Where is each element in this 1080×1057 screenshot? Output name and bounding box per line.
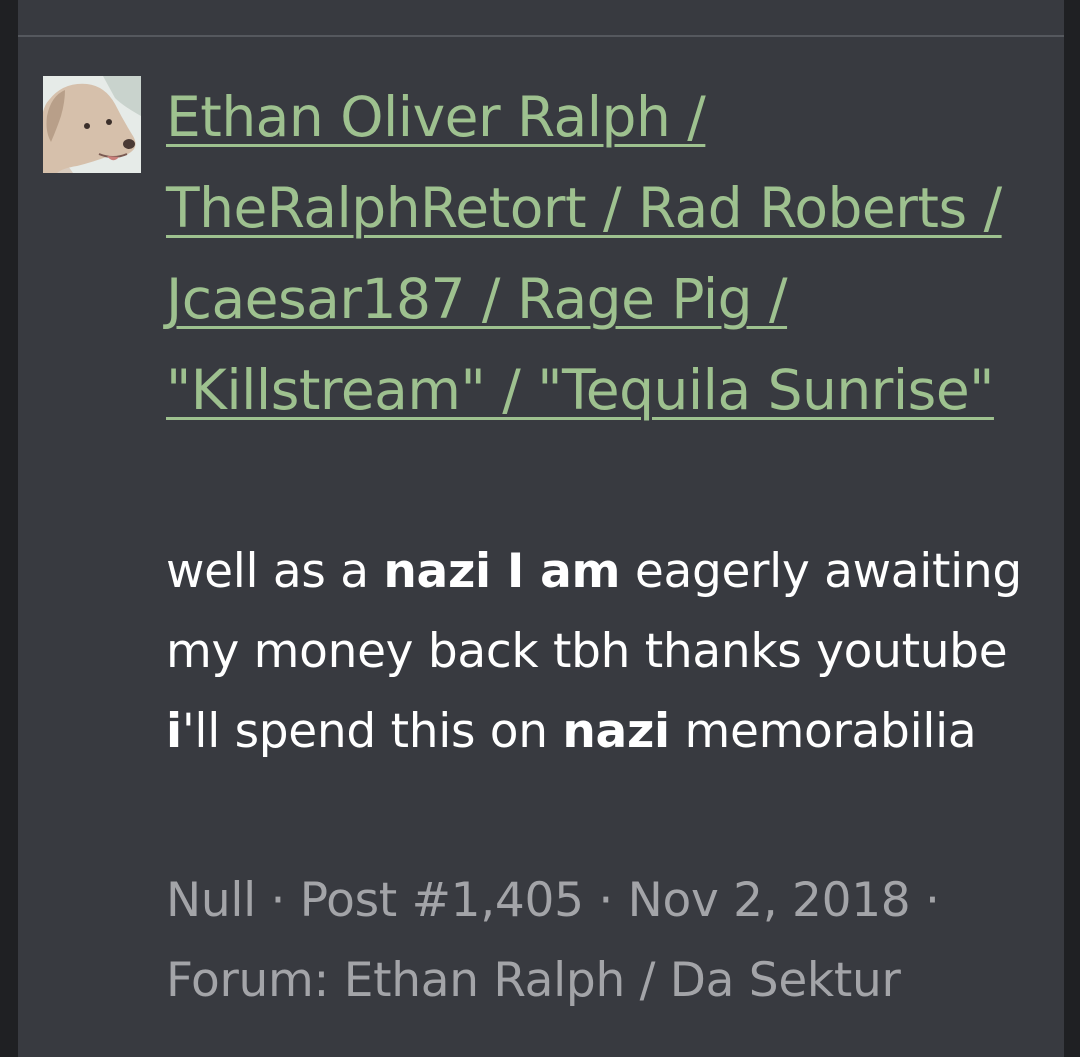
snippet-highlight: i <box>166 704 182 759</box>
user-avatar[interactable] <box>43 76 141 173</box>
forum-link[interactable]: Ethan Ralph / Da Sektur <box>344 953 901 1008</box>
snippet-text: well as a <box>166 544 384 599</box>
result-title-link[interactable]: Ethan Oliver Ralph / TheRalphRetort / Ra… <box>166 72 1026 436</box>
post-number-link[interactable]: Post #1,405 <box>300 873 584 928</box>
meta-separator: · <box>583 873 628 928</box>
result-snippet: well as a nazi I am eagerly awaiting my … <box>166 532 1046 772</box>
meta-separator: · <box>910 873 940 928</box>
forum-label: Forum: <box>166 953 344 1008</box>
snippet-text: 'll spend this on <box>181 704 563 759</box>
post-date: Nov 2, 2018 <box>627 873 911 928</box>
result-divider <box>18 35 1064 37</box>
result-meta: Null · Post #1,405 · Nov 2, 2018 · Forum… <box>166 861 1046 1021</box>
dog-avatar-icon <box>43 76 141 173</box>
snippet-highlight: nazi I am <box>383 544 621 599</box>
snippet-text: memorabilia <box>669 704 977 759</box>
snippet-highlight: nazi <box>562 704 670 759</box>
author-link[interactable]: Null <box>166 873 256 928</box>
meta-separator: · <box>255 873 300 928</box>
